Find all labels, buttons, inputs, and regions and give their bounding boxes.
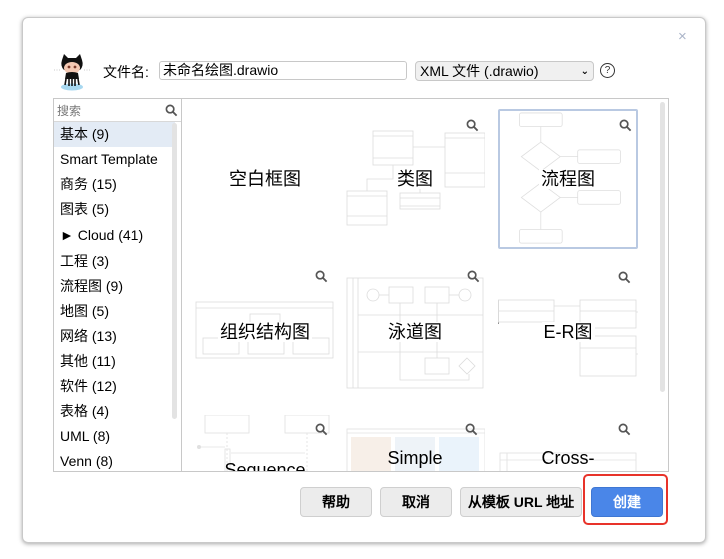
template-sequence[interactable]: Sequence <box>195 415 335 471</box>
octocat-avatar-icon <box>54 54 90 91</box>
filename-label: 文件名: <box>103 64 149 80</box>
category-panel: 搜索 基本 (9) Smart Template 商务 (15) 图表 (5) … <box>53 98 182 472</box>
zoom-icon[interactable] <box>315 270 328 283</box>
category-list: 基本 (9) Smart Template 商务 (15) 图表 (5) ► C… <box>54 122 181 471</box>
category-item[interactable]: 软件 (12) <box>54 374 175 399</box>
template-label-text: 流程图 <box>539 169 597 189</box>
category-item[interactable]: 商务 (15) <box>54 172 175 197</box>
format-select-value: XML 文件 (.drawio) <box>420 63 539 79</box>
search-box[interactable]: 搜索 <box>54 99 181 122</box>
category-item[interactable]: UML (8) <box>54 424 175 449</box>
template-label: 泳道图 <box>345 321 485 343</box>
search-input[interactable]: 搜索 <box>57 102 81 119</box>
search-icon[interactable] <box>165 104 178 117</box>
template-label: 组织结构图 <box>195 321 335 343</box>
zoom-icon[interactable] <box>619 119 632 132</box>
zoom-icon[interactable] <box>465 423 478 436</box>
category-item[interactable]: 图表 (5) <box>54 197 175 222</box>
template-label-text: 组织结构图 <box>218 322 312 342</box>
zoom-icon[interactable] <box>467 270 480 283</box>
help-icon[interactable]: ? <box>600 63 615 78</box>
category-item[interactable]: 基本 (9) <box>54 122 175 147</box>
filename-input[interactable]: 未命名绘图.drawio <box>159 61 407 80</box>
template-blank[interactable]: 空白框图 <box>195 109 335 249</box>
category-item-cloud[interactable]: ► Cloud (41) <box>54 222 175 249</box>
zoom-icon[interactable] <box>618 423 631 436</box>
template-er-diagram[interactable]: E-R图 <box>498 262 638 402</box>
category-item[interactable]: 流程图 (9) <box>54 274 175 299</box>
template-class-diagram[interactable]: 类图 <box>345 109 485 249</box>
template-label: E-R图 <box>498 321 638 343</box>
category-item[interactable]: 表格 (4) <box>54 399 175 424</box>
template-label: Sequence <box>224 460 306 471</box>
template-org-chart[interactable]: 组织结构图 <box>195 262 335 402</box>
template-cross-functional[interactable]: Cross- <box>498 420 638 471</box>
template-label: 流程图 <box>500 168 636 190</box>
chevron-down-icon: ⌄ <box>580 65 589 77</box>
category-item[interactable]: Smart Template <box>54 147 175 172</box>
zoom-icon[interactable] <box>618 271 631 284</box>
template-label: Simple <box>387 448 443 468</box>
category-item[interactable]: 网络 (13) <box>54 324 175 349</box>
template-label-text: E-R图 <box>541 322 595 342</box>
template-label: 类图 <box>345 168 485 190</box>
template-label: Cross- <box>541 448 595 468</box>
template-label-text: 类图 <box>395 169 435 189</box>
template-label: 空白框图 <box>229 169 301 189</box>
category-item[interactable]: Venn (8) <box>54 449 175 471</box>
category-item[interactable]: 地图 (5) <box>54 299 175 324</box>
gallery-scrollbar[interactable] <box>660 102 665 392</box>
close-icon[interactable]: × <box>678 29 687 45</box>
help-button[interactable]: 帮助 <box>300 487 372 517</box>
create-button[interactable]: 创建 <box>591 487 663 517</box>
template-flowchart[interactable]: 流程图 <box>498 109 638 249</box>
zoom-icon[interactable] <box>466 119 479 132</box>
category-scrollbar[interactable] <box>172 123 177 419</box>
zoom-icon[interactable] <box>315 423 328 436</box>
from-template-url-button[interactable]: 从模板 URL 地址 <box>460 487 582 517</box>
category-item[interactable]: 其他 (11) <box>54 349 175 374</box>
template-label-text: 泳道图 <box>386 322 444 342</box>
format-select[interactable]: XML 文件 (.drawio) ⌄ <box>415 61 594 81</box>
template-simple[interactable]: Simple <box>345 423 485 471</box>
category-item[interactable]: 工程 (3) <box>54 249 175 274</box>
cancel-button[interactable]: 取消 <box>380 487 452 517</box>
template-swimlane[interactable]: 泳道图 <box>345 262 485 402</box>
gallery-row-3: Sequence Simple Cross- <box>183 400 659 471</box>
